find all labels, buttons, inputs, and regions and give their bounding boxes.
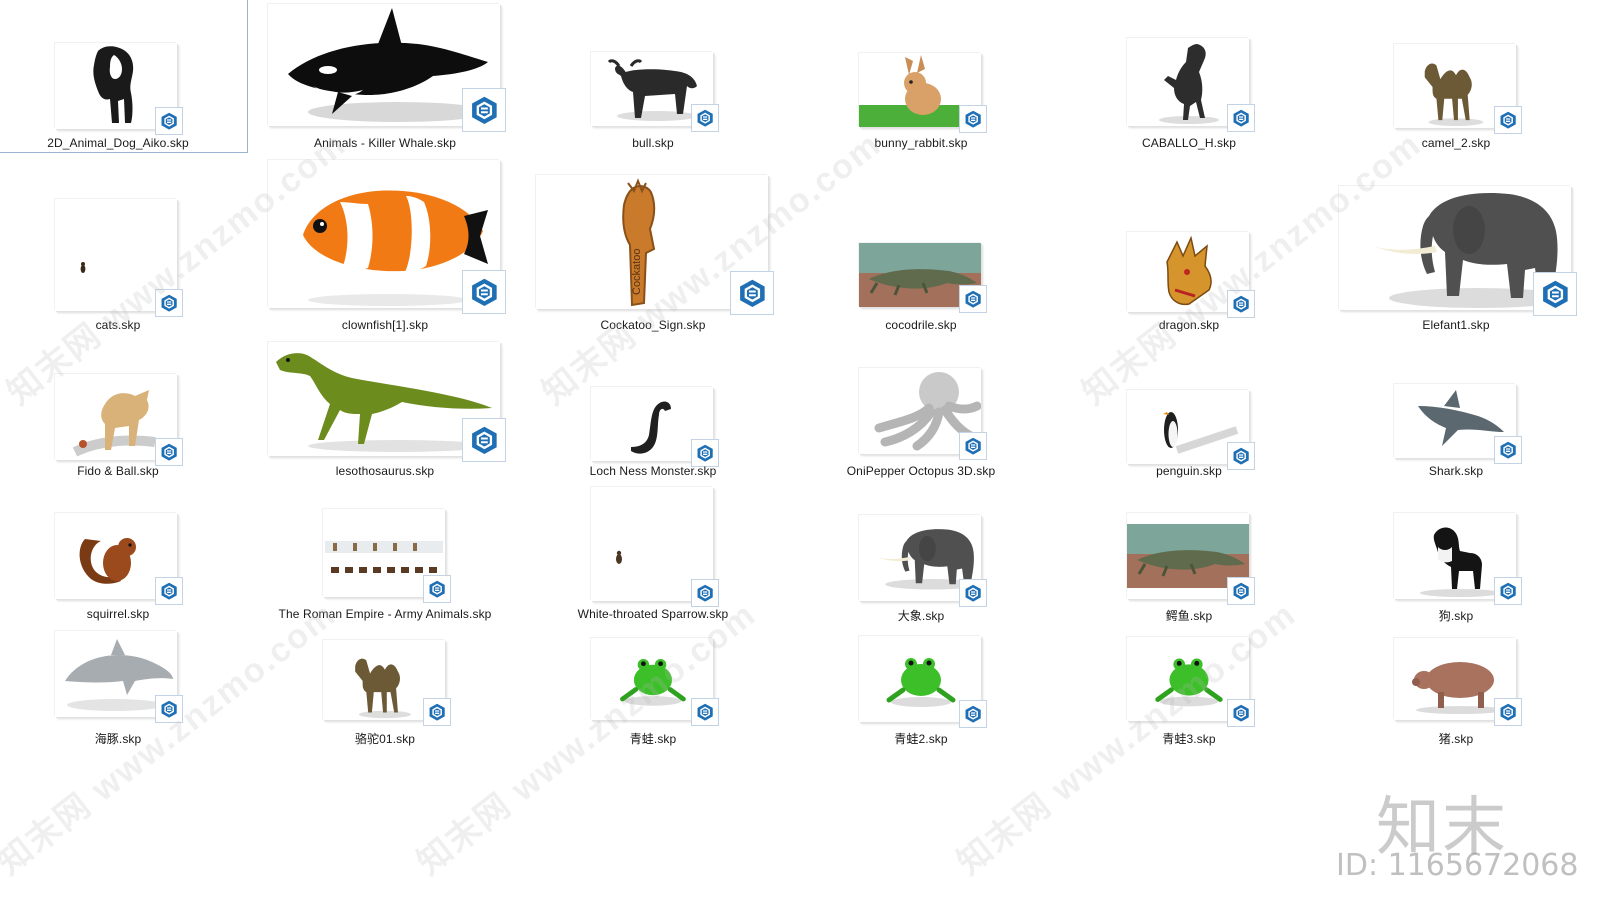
sketchup-file-icon xyxy=(959,579,987,607)
sketchup-file-icon xyxy=(423,575,451,603)
sketchup-file-icon xyxy=(959,105,987,133)
file-name-label[interactable]: cocodrile.skp xyxy=(811,318,1031,332)
sketchup-file-icon xyxy=(462,270,506,314)
sketchup-file-icon xyxy=(155,695,183,723)
sketchup-file-icon xyxy=(1227,577,1255,605)
file-name-label[interactable]: Fido & Ball.skp xyxy=(8,464,228,478)
sketchup-file-icon xyxy=(959,700,987,728)
file-name-label[interactable]: cats.skp xyxy=(8,318,228,332)
sketchup-file-icon xyxy=(1494,698,1522,726)
file-name-label[interactable]: 海豚.skp xyxy=(8,730,228,747)
brand-id: ID: 1165672068 xyxy=(1336,848,1579,883)
file-name-label[interactable]: lesothosaurus.skp xyxy=(275,464,495,478)
file-name-label[interactable]: 青蛙3.skp xyxy=(1079,730,1299,747)
sketchup-file-icon xyxy=(1533,272,1577,316)
file-name-label[interactable]: penguin.skp xyxy=(1079,464,1299,478)
sketchup-file-icon xyxy=(691,439,719,467)
sketchup-file-icon xyxy=(1494,577,1522,605)
sketchup-file-icon xyxy=(155,577,183,605)
sketchup-file-icon xyxy=(155,289,183,317)
file-name-label[interactable]: Animals - Killer Whale.skp xyxy=(275,136,495,150)
file-name-label[interactable]: Cockatoo_Sign.skp xyxy=(543,318,763,332)
file-name-label[interactable]: 2D_Animal_Dog_Aiko.skp xyxy=(8,136,228,150)
file-name-label[interactable]: OniPepper Octopus 3D.skp xyxy=(811,464,1031,478)
sketchup-file-icon xyxy=(1227,290,1255,318)
sketchup-file-icon xyxy=(959,432,987,460)
file-name-label[interactable]: Loch Ness Monster.skp xyxy=(543,464,763,478)
file-name-label[interactable]: camel_2.skp xyxy=(1346,136,1566,150)
file-name-label[interactable]: 猪.skp xyxy=(1346,730,1566,747)
sketchup-file-icon xyxy=(462,418,506,462)
file-name-label[interactable]: bunny_rabbit.skp xyxy=(811,136,1031,150)
file-name-label[interactable]: 骆驼01.skp xyxy=(275,730,495,747)
file-name-label[interactable]: White-throated Sparrow.skp xyxy=(543,607,763,621)
file-name-label[interactable]: 狗.skp xyxy=(1346,607,1566,624)
file-name-label[interactable]: 鳄鱼.skp xyxy=(1079,607,1299,624)
sketchup-file-icon xyxy=(155,438,183,466)
sketchup-file-icon xyxy=(691,579,719,607)
file-grid: 2D_Animal_Dog_Aiko.skp Animals - Killer W… xyxy=(0,0,1600,923)
file-name-label[interactable]: The Roman Empire - Army Animals.skp xyxy=(275,607,495,621)
sketchup-file-icon xyxy=(691,104,719,132)
sketchup-file-icon xyxy=(1227,104,1255,132)
file-name-label[interactable]: squirrel.skp xyxy=(8,607,228,621)
file-name-label[interactable]: CABALLO_H.skp xyxy=(1079,136,1299,150)
file-name-label[interactable]: bull.skp xyxy=(543,136,763,150)
file-name-label[interactable]: Shark.skp xyxy=(1346,464,1566,478)
file-name-label[interactable]: 青蛙2.skp xyxy=(811,730,1031,747)
sketchup-file-icon xyxy=(1494,106,1522,134)
sign-text: Cockatoo xyxy=(631,249,643,295)
sketchup-file-icon xyxy=(730,271,774,315)
sketchup-file-icon xyxy=(1494,436,1522,464)
sketchup-file-icon xyxy=(691,698,719,726)
sketchup-file-icon xyxy=(959,285,987,313)
file-name-label[interactable]: clownfish[1].skp xyxy=(275,318,495,332)
sketchup-file-icon xyxy=(462,88,506,132)
file-name-label[interactable]: 大象.skp xyxy=(811,607,1031,624)
sketchup-file-icon xyxy=(155,107,183,135)
file-name-label[interactable]: dragon.skp xyxy=(1079,318,1299,332)
sketchup-file-icon xyxy=(1227,699,1255,727)
sketchup-file-icon xyxy=(423,698,451,726)
file-name-label[interactable]: 青蛙.skp xyxy=(543,730,763,747)
file-name-label[interactable]: Elefant1.skp xyxy=(1346,318,1566,332)
